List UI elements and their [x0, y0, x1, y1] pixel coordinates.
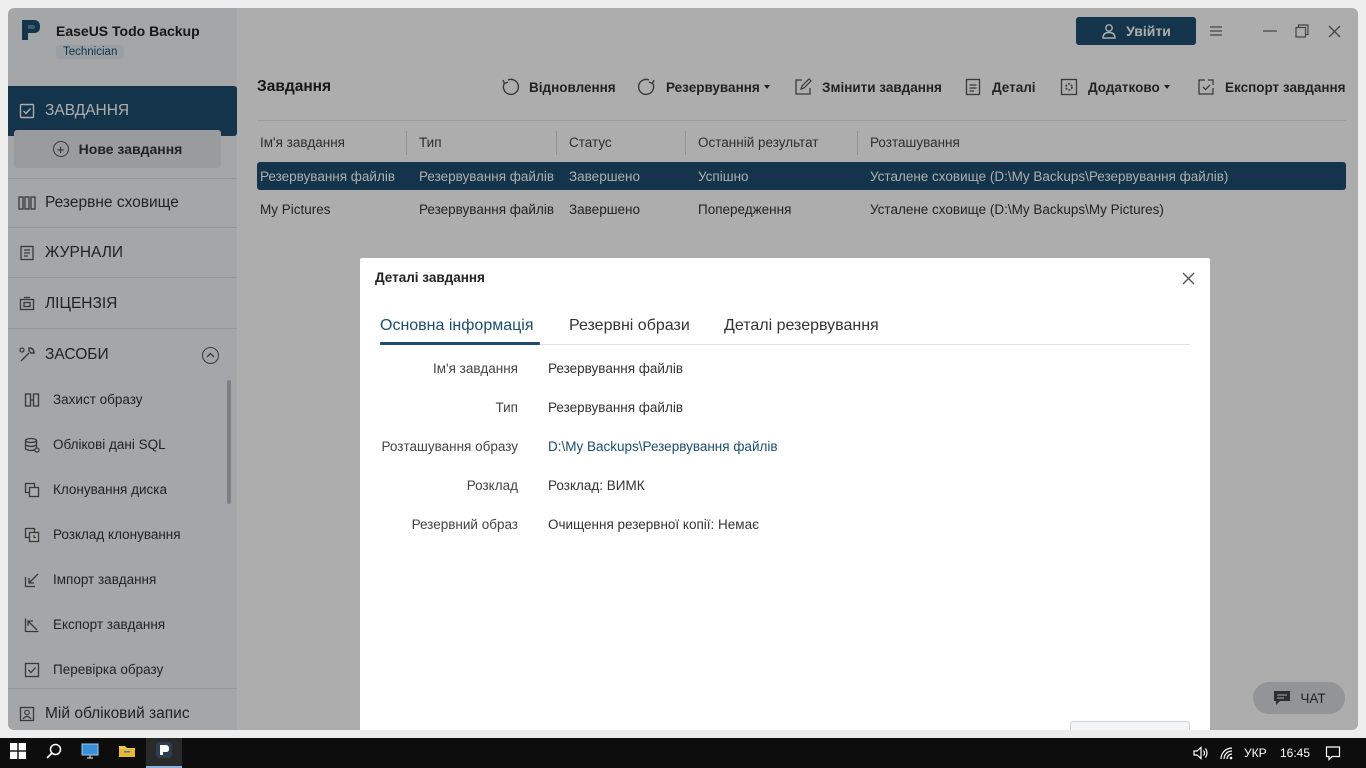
- start-button[interactable]: [0, 738, 36, 768]
- taskbar-app-explorer[interactable]: [108, 738, 146, 768]
- taskbar-app-computer[interactable]: [72, 738, 108, 768]
- field-label-image-location: Розташування образу: [381, 439, 518, 454]
- app-window: EaseUS Todo Backup Technician ЗАВДАННЯ +…: [8, 8, 1358, 730]
- dialog-close-button[interactable]: З...: [1070, 721, 1190, 730]
- clock[interactable]: 16:45: [1280, 746, 1310, 760]
- input-language[interactable]: УКР: [1244, 746, 1267, 760]
- tab-backup-images[interactable]: Резервні образи: [569, 317, 690, 335]
- easeus-app-icon: [156, 741, 172, 763]
- notifications-icon[interactable]: [1322, 738, 1344, 768]
- taskbar: УКР 16:45: [0, 738, 1366, 768]
- field-value-schedule: Розклад: ВИМК: [548, 478, 645, 493]
- field-value-backup-image: Очищення резервної копії: Немає: [548, 517, 759, 532]
- computer-icon: [81, 743, 99, 764]
- search-button[interactable]: [36, 738, 72, 768]
- field-label-task-name: Ім'я завдання: [433, 361, 518, 376]
- field-value-type: Резервування файлів: [548, 400, 684, 415]
- windows-icon: [10, 742, 26, 764]
- close-icon[interactable]: [1178, 268, 1198, 288]
- field-label-type: Тип: [495, 400, 518, 415]
- volume-icon[interactable]: [1190, 738, 1212, 768]
- active-tab-indicator: [380, 342, 540, 345]
- field-label-schedule: Розклад: [466, 478, 518, 493]
- task-details-dialog: Деталі завдання Основна інформація Резер…: [360, 258, 1210, 730]
- field-label-backup-image: Резервний образ: [411, 517, 518, 532]
- taskbar-app-easeus[interactable]: [146, 738, 182, 768]
- search-icon: [46, 743, 62, 764]
- network-icon[interactable]: [1216, 738, 1238, 768]
- dialog-title: Деталі завдання: [375, 270, 485, 285]
- image-location-link[interactable]: D:\My Backups\Резервування файлів: [548, 439, 778, 454]
- field-value-task-name: Резервування файлів: [548, 361, 684, 376]
- tab-basic-info[interactable]: Основна інформація: [380, 317, 534, 335]
- folder-icon: [118, 743, 136, 763]
- tab-backup-details[interactable]: Деталі резервування: [724, 317, 879, 335]
